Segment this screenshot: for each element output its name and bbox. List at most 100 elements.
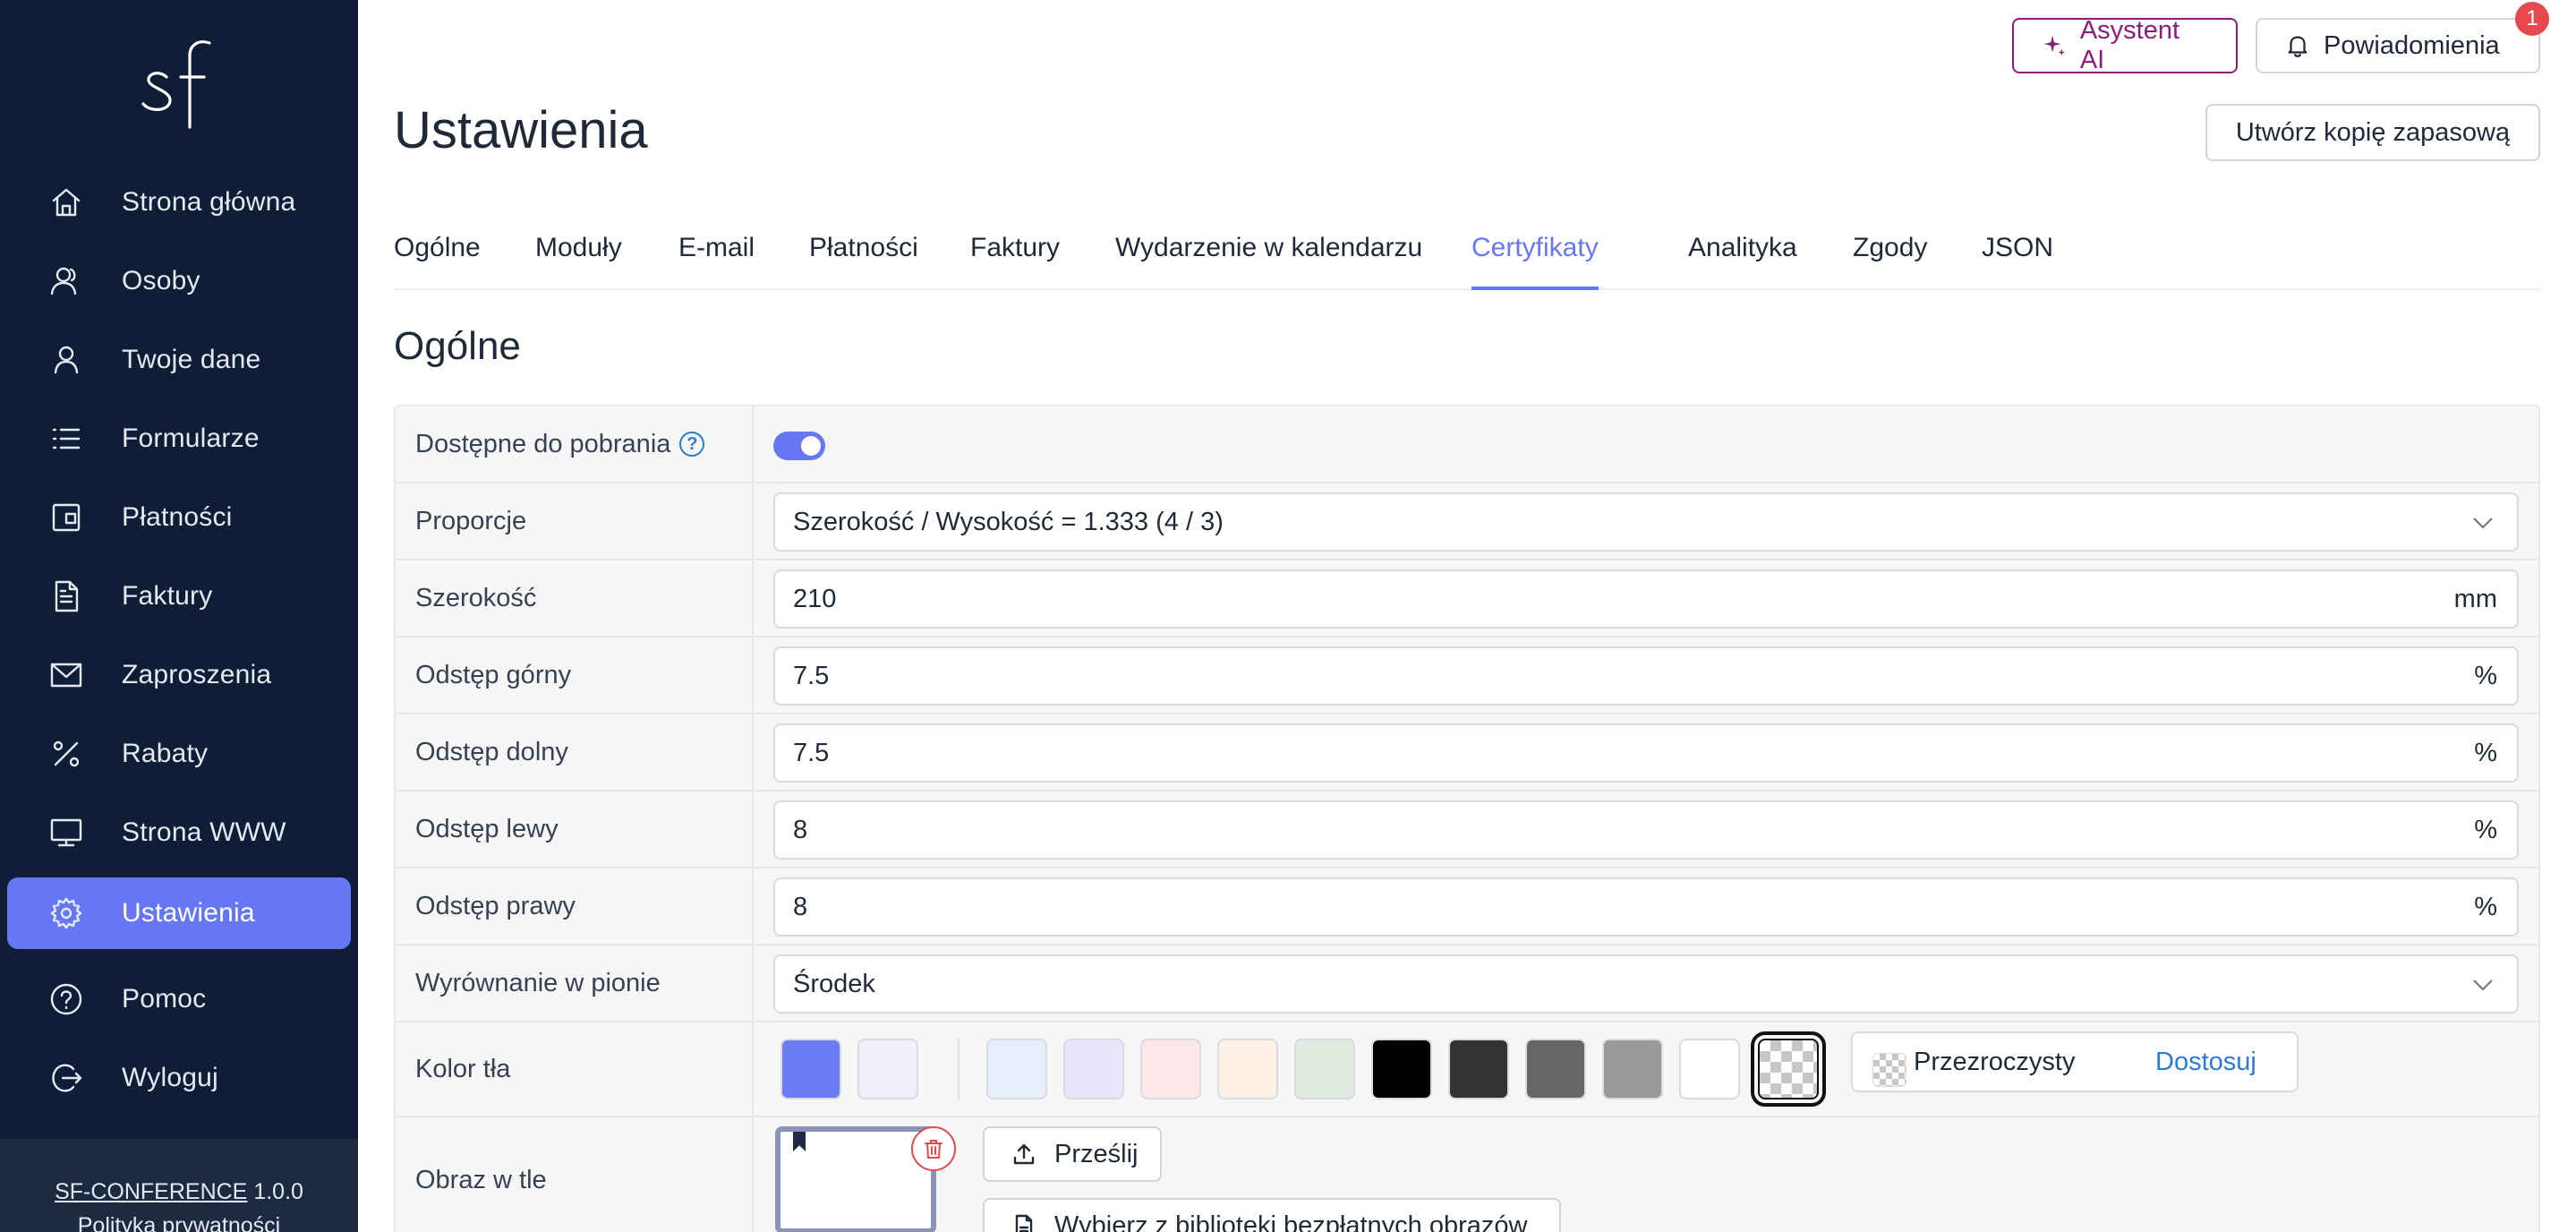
tab-json[interactable]: JSON [1982, 233, 2053, 290]
choose-from-library-label: Wybierz z biblioteki bezpłatnych obrazów [1054, 1211, 1528, 1232]
proportion-select[interactable]: Szerokość / Wysokość = 1.333 (4 / 3) [773, 492, 2519, 552]
sidebar-item-settings[interactable]: Ustawienia [7, 877, 351, 949]
margin-top-unit: % [2474, 661, 2497, 690]
sf-logo[interactable] [134, 29, 224, 136]
users-icon [48, 263, 84, 299]
create-backup-button[interactable]: Utwórz kopię zapasową [2205, 104, 2540, 161]
document-icon [48, 578, 84, 614]
tab-invoices[interactable]: Faktury [970, 233, 1060, 290]
sidebar-item-discounts[interactable]: Rabaty [7, 718, 351, 790]
margin-bottom-value: 7.5 % [754, 714, 2538, 790]
color-swatch[interactable] [1525, 1039, 1586, 1099]
margin-bottom-label: Odstęp dolny [396, 714, 754, 790]
row-background-image: Obraz w tle Prześlij Wybierz z bibliotek… [396, 1117, 2538, 1232]
help-icon[interactable]: ? [679, 432, 705, 457]
sidebar-item-website[interactable]: Strona WWW [7, 797, 351, 868]
background-image-label: Obraz w tle [396, 1117, 754, 1232]
margin-right-input-value: 8 [793, 892, 808, 921]
monitor-icon [48, 815, 84, 851]
sidebar-item-label: Formularze [122, 424, 260, 453]
sidebar-item-your-data[interactable]: Twoje dane [7, 324, 351, 396]
color-swatch[interactable] [857, 1039, 918, 1099]
sidebar-item-invoices[interactable]: Faktury [7, 560, 351, 632]
vertical-align-select[interactable]: Środek [773, 954, 2519, 1014]
ai-assistant-button[interactable]: Asystent AI [2012, 16, 2238, 74]
notifications-button[interactable]: Powiadomienia [2256, 18, 2540, 73]
row-margin-right: Odstęp prawy 8 % [396, 868, 2538, 945]
vertical-align-value: Środek [754, 945, 2538, 1021]
brand-link[interactable]: SF-CONFERENCE [55, 1179, 247, 1204]
color-swatch[interactable] [1140, 1039, 1201, 1099]
margin-top-input[interactable]: 7.5 % [773, 646, 2519, 706]
tab-general[interactable]: Ogólne [394, 233, 481, 290]
margin-top-input-value: 7.5 [793, 661, 830, 690]
tab-email[interactable]: E-mail [678, 233, 755, 290]
color-swatch-transparent[interactable] [1751, 1031, 1826, 1107]
width-input[interactable]: 210 mm [773, 569, 2519, 629]
tab-calendar-event[interactable]: Wydarzenie w kalendarzu [1115, 233, 1422, 290]
page-title: Ustawienia [394, 101, 648, 159]
sidebar-item-label: Strona główna [122, 187, 296, 217]
sidebar-item-logout[interactable]: Wyloguj [7, 1042, 351, 1114]
sidebar-item-people[interactable]: Osoby [7, 245, 351, 317]
sidebar-item-payments[interactable]: Płatności [7, 482, 351, 553]
chevron-down-icon [2473, 980, 2493, 991]
row-margin-top: Odstęp górny 7.5 % [396, 637, 2538, 714]
margin-left-unit: % [2474, 815, 2497, 844]
privacy-link[interactable]: Polityka prywatności [0, 1209, 358, 1232]
version: 1.0.0 [253, 1179, 303, 1204]
color-swatch[interactable] [780, 1039, 841, 1099]
delete-image-button[interactable] [911, 1126, 956, 1171]
sidebar-item-label: Strona WWW [122, 817, 286, 847]
sidebar-item-label: Rabaty [122, 739, 209, 768]
wallet-icon [48, 500, 84, 535]
downloadable-toggle[interactable] [773, 432, 825, 460]
mail-icon [48, 657, 84, 693]
margin-left-input[interactable]: 8 % [773, 800, 2519, 860]
width-value: 210 mm [754, 560, 2538, 636]
trash-icon [925, 1140, 943, 1159]
color-swatch[interactable] [1294, 1039, 1355, 1099]
settings-tabs: Ogólne Moduły E-mail Płatności Faktury W… [394, 224, 2540, 290]
sidebar-item-home[interactable]: Strona główna [7, 167, 351, 238]
upload-label: Prześlij [1054, 1139, 1139, 1168]
tab-modules[interactable]: Moduły [535, 233, 622, 290]
row-margin-left: Odstęp lewy 8 % [396, 791, 2538, 868]
tab-analytics[interactable]: Analityka [1688, 233, 1797, 290]
margin-left-input-value: 8 [793, 815, 808, 844]
tab-certificates[interactable]: Certyfikaty [1471, 233, 1599, 290]
upload-button[interactable]: Prześlij [983, 1126, 1162, 1182]
proportion-selected: Szerokość / Wysokość = 1.333 (4 / 3) [793, 507, 1224, 536]
sidebar-item-label: Osoby [122, 266, 200, 295]
tab-consents[interactable]: Zgody [1853, 233, 1927, 290]
color-swatch[interactable] [986, 1039, 1047, 1099]
background-color-label: Kolor tła [396, 1022, 754, 1116]
sparkle-icon [2043, 35, 2066, 56]
margin-right-label: Odstęp prawy [396, 868, 754, 944]
color-swatch[interactable] [1217, 1039, 1278, 1099]
color-swatch[interactable] [1679, 1039, 1740, 1099]
home-icon [48, 184, 84, 220]
margin-bottom-input[interactable]: 7.5 % [773, 723, 2519, 783]
margin-bottom-input-value: 7.5 [793, 738, 830, 767]
gear-icon [48, 895, 84, 931]
document-icon [1015, 1214, 1033, 1232]
proportion-value: Szerokość / Wysokość = 1.333 (4 / 3) [754, 483, 2538, 559]
sidebar-item-help[interactable]: Pomoc [7, 963, 351, 1035]
customize-color-link[interactable]: Dostosuj [2155, 1048, 2256, 1077]
sidebar-item-label: Pomoc [122, 984, 207, 1014]
margin-bottom-unit: % [2474, 738, 2497, 767]
choose-from-library-button[interactable]: Wybierz z biblioteki bezpłatnych obrazów [983, 1198, 1561, 1232]
bell-icon [2288, 36, 2307, 57]
downloadable-label: Dostępne do pobrania ? [396, 406, 754, 482]
tab-payments[interactable]: Płatności [809, 233, 918, 290]
row-background-color: Kolor tła Przezroczysty Dostosuj [396, 1022, 2538, 1117]
sidebar-item-forms[interactable]: Formularze [7, 403, 351, 475]
color-swatch[interactable] [1063, 1039, 1124, 1099]
color-swatch[interactable] [1371, 1039, 1432, 1099]
color-swatch[interactable] [1448, 1039, 1509, 1099]
margin-right-input[interactable]: 8 % [773, 877, 2519, 937]
width-label: Szerokość [396, 560, 754, 636]
sidebar-item-invitations[interactable]: Zaproszenia [7, 639, 351, 711]
color-swatch[interactable] [1602, 1039, 1663, 1099]
